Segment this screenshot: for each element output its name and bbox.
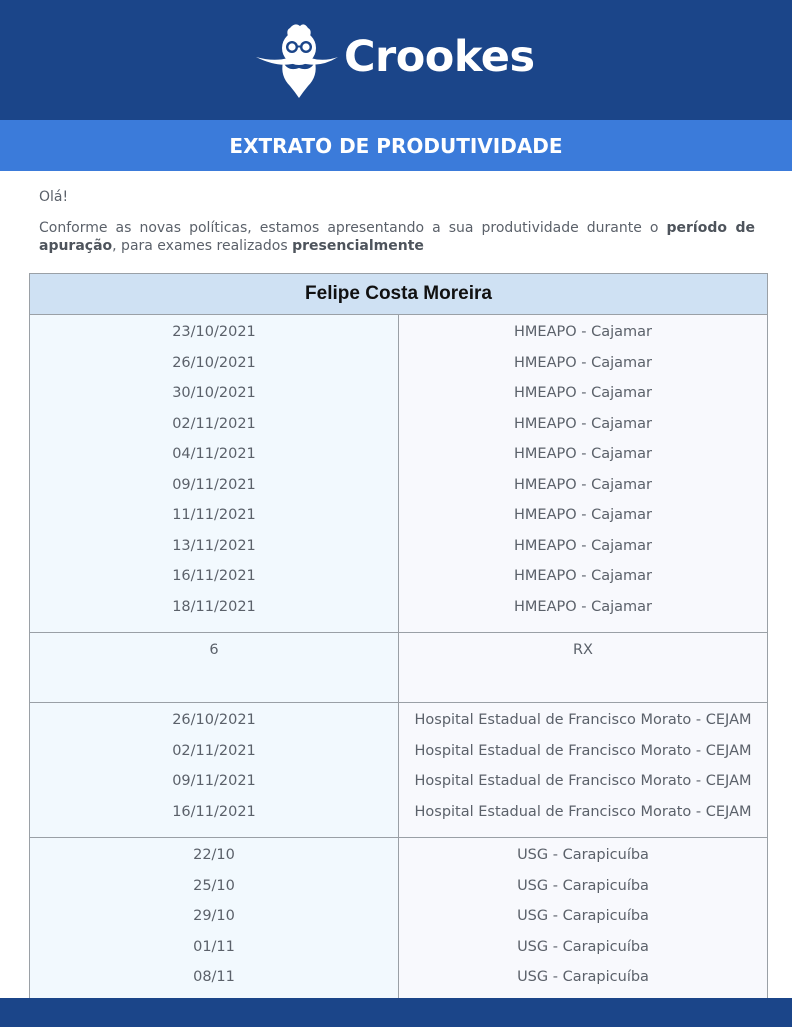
table-header-doctor-name: Felipe Costa Moreira <box>29 273 768 315</box>
location-value: HMEAPO - Cajamar <box>514 476 652 493</box>
date-cell: 22/10 25/10 29/10 01/11 08/11 <box>29 837 399 1004</box>
bearded-man-glasses-icon <box>256 24 338 98</box>
location-value: HMEAPO - Cajamar <box>514 568 652 584</box>
location-value: USG - Carapicuíba <box>517 877 649 894</box>
table-row-group: 26/10/2021 02/11/2021 09/11/2021 16/11/2021… <box>29 702 768 838</box>
date-value: 6 <box>209 642 219 658</box>
location-cell: USG - Carapicuíba USG - Carapicuíba USG - … <box>398 837 768 1004</box>
date-value: 29/10 <box>193 908 235 924</box>
location-value: USG - Carapicuíba <box>517 969 649 985</box>
email-header: Crookes <box>0 0 792 120</box>
intro-text: , para exames realizados <box>112 238 293 254</box>
location-value: Hospital Estadual de Francisco Morato - … <box>414 773 752 789</box>
date-value: 26/10/2021 <box>172 712 256 728</box>
date-value: 30/10/2021 <box>172 385 256 401</box>
date-cell: 6 <box>29 632 399 703</box>
intro-bold-mode: presencialmente <box>292 238 424 254</box>
productivity-table: Felipe Costa Moreira 23/10/2021 26/10/202… <box>29 273 768 1004</box>
date-value: 02/11/2021 <box>172 415 256 432</box>
location-value: HMEAPO - Cajamar <box>514 385 652 401</box>
location-value: Hospital Estadual de Francisco Morato - … <box>414 712 752 728</box>
date-value: 09/11/2021 <box>172 773 256 789</box>
date-value: 02/11/2021 <box>172 742 256 759</box>
date-cell: 23/10/2021 26/10/2021 30/10/2021 02/11/2021… <box>29 314 399 633</box>
greeting-text: Olá! <box>39 189 69 205</box>
location-value: HMEAPO - Cajamar <box>514 446 652 462</box>
date-cell: 26/10/2021 02/11/2021 09/11/2021 16/11/2021 <box>29 702 399 838</box>
table-row-group: 23/10/2021 26/10/2021 30/10/2021 02/11/2021… <box>29 314 768 633</box>
date-value: 16/11/2021 <box>172 803 256 820</box>
date-value: 23/10/2021 <box>172 324 256 340</box>
date-value: 11/11/2021 <box>172 507 256 523</box>
date-value: 09/11/2021 <box>172 476 256 493</box>
intro-paragraph: Conforme as novas políticas, estamos apr… <box>39 219 755 255</box>
location-value: USG - Carapicuíba <box>517 908 649 924</box>
date-value: 22/10 <box>193 847 235 863</box>
date-value: 08/11 <box>193 969 235 985</box>
location-value: Hospital Estadual de Francisco Morato - … <box>414 742 752 759</box>
date-value: 04/11/2021 <box>172 446 256 462</box>
intro-text: Conforme as novas políticas, estamos apr… <box>39 220 667 236</box>
location-value: HMEAPO - Cajamar <box>514 598 652 615</box>
location-value: HMEAPO - Cajamar <box>514 354 652 371</box>
location-value: USG - Carapicuíba <box>517 938 649 955</box>
location-value: HMEAPO - Cajamar <box>514 537 652 554</box>
document-title: EXTRATO DE PRODUTIVIDADE <box>0 120 792 171</box>
date-value: 16/11/2021 <box>172 568 256 584</box>
table-row-group: 22/10 25/10 29/10 01/11 08/11 USG - Carapicuí… <box>29 837 768 1004</box>
table-body: 23/10/2021 26/10/2021 30/10/2021 02/11/2021… <box>29 314 768 1004</box>
location-value: RX <box>572 642 593 658</box>
email-footer <box>0 998 792 1027</box>
location-value: USG - Carapicuíba <box>517 847 649 863</box>
date-value: 18/11/2021 <box>172 598 256 615</box>
brand-logo: Crookes <box>254 20 535 100</box>
date-value: 26/10/2021 <box>172 354 256 371</box>
date-value: 01/11 <box>193 938 235 955</box>
location-cell: HMEAPO - Cajamar HMEAPO - Cajamar HMEAPO -… <box>398 314 768 633</box>
location-value: Hospital Estadual de Francisco Morato - … <box>414 803 752 820</box>
location-cell: Hospital Estadual de Francisco Morato - … <box>398 702 768 838</box>
date-value: 13/11/2021 <box>172 537 256 554</box>
table-row-group: 6 RX <box>29 632 768 703</box>
location-value: HMEAPO - Cajamar <box>514 324 652 340</box>
brand-name: Crookes <box>344 32 535 82</box>
date-value: 25/10 <box>193 877 235 894</box>
location-value: HMEAPO - Cajamar <box>514 415 652 432</box>
location-cell: RX <box>398 632 768 703</box>
location-value: HMEAPO - Cajamar <box>514 507 652 523</box>
